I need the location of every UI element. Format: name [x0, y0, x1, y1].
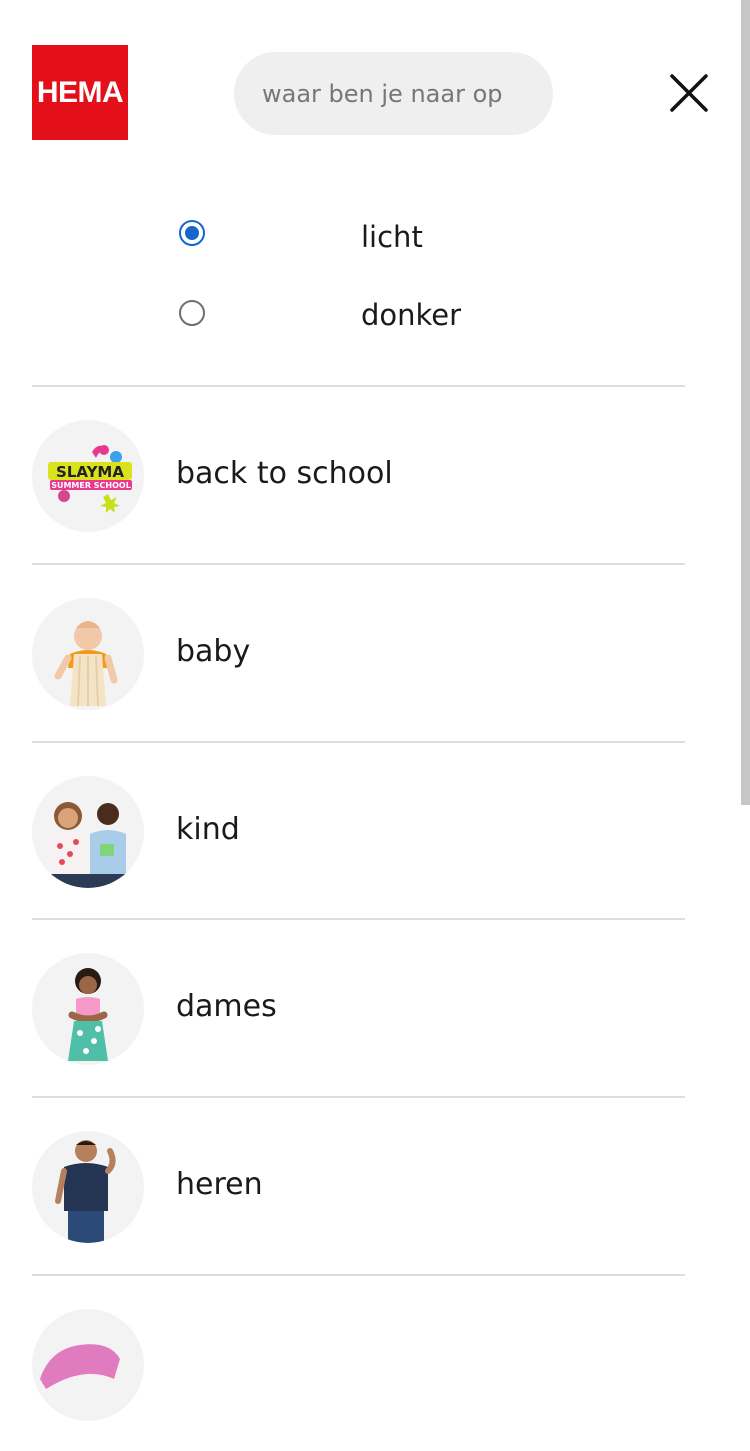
category-label: baby [176, 634, 251, 669]
category-label: kind [176, 812, 240, 847]
svg-text:SLAYMA: SLAYMA [56, 463, 124, 481]
theme-label-donker: donker [361, 298, 462, 332]
theme-label-licht: licht [361, 220, 423, 254]
category-kind[interactable]: kind [32, 742, 685, 918]
category-label: dames [176, 989, 277, 1024]
category-baby[interactable]: baby [32, 564, 685, 740]
search-input[interactable] [260, 78, 553, 109]
slayma-summer-school-logo: SLAYMA SUMMER SCHOOL [32, 420, 144, 532]
scrollbar[interactable] [741, 0, 750, 805]
category-dames[interactable]: dames [32, 919, 685, 1095]
logo-text: HEMA [36, 75, 124, 109]
baby-photo [32, 598, 144, 710]
category-heren[interactable]: heren [32, 1097, 685, 1273]
radio-donker[interactable] [179, 300, 205, 326]
theme-option-licht[interactable]: licht [0, 206, 700, 266]
theme-option-donker[interactable]: donker [0, 285, 700, 345]
pink-clothing-photo [32, 1309, 144, 1421]
radio-licht[interactable] [179, 220, 205, 246]
kids-photo [32, 776, 144, 888]
category-label: back to school [176, 456, 393, 491]
category-label: heren [176, 1167, 263, 1202]
hema-logo[interactable]: HEMA [32, 45, 128, 140]
close-icon[interactable] [668, 72, 710, 114]
search-field[interactable] [234, 52, 553, 135]
man-photo [32, 1131, 144, 1243]
category-partial[interactable] [32, 1275, 685, 1451]
woman-photo [32, 953, 144, 1065]
svg-text:SUMMER SCHOOL: SUMMER SCHOOL [51, 481, 131, 490]
category-back-to-school[interactable]: SLAYMA SUMMER SCHOOL back to school [32, 386, 685, 562]
